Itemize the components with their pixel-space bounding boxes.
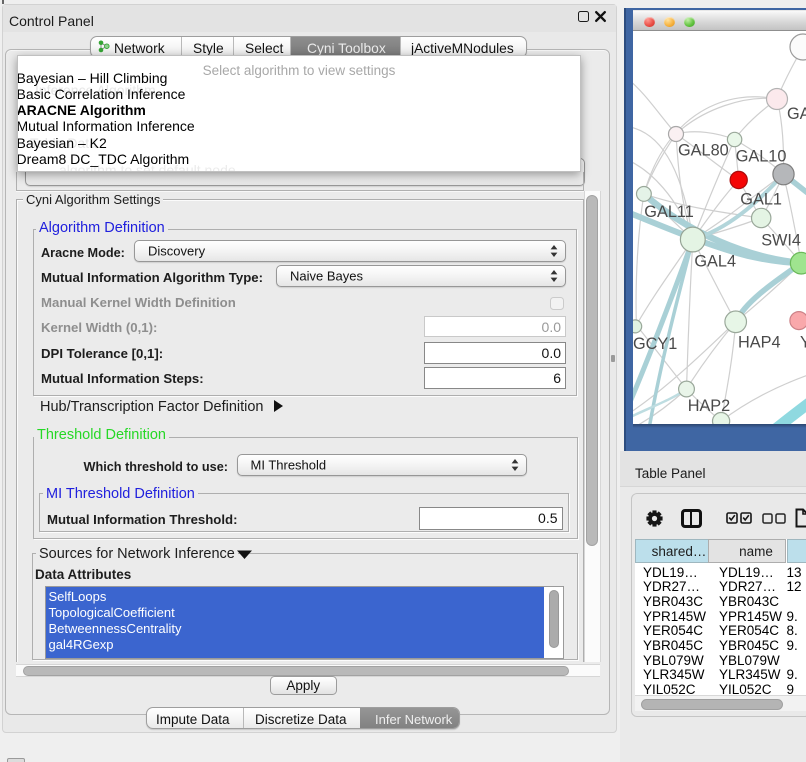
svg-text:YM: YM <box>800 334 806 352</box>
svg-text:GAL1: GAL1 <box>740 191 782 209</box>
svg-text:GAL7: GAL7 <box>787 105 806 123</box>
svg-text:GAL10: GAL10 <box>736 148 787 166</box>
svg-text:GAL80: GAL80 <box>678 142 729 160</box>
svg-text:GAL4: GAL4 <box>694 253 736 271</box>
svg-text:SWI4: SWI4 <box>761 232 801 250</box>
svg-text:GAL11: GAL11 <box>644 203 693 221</box>
svg-text:HAP4: HAP4 <box>738 334 781 352</box>
svg-text:GCY1: GCY1 <box>633 335 677 353</box>
svg-text:HAP2: HAP2 <box>688 397 731 415</box>
